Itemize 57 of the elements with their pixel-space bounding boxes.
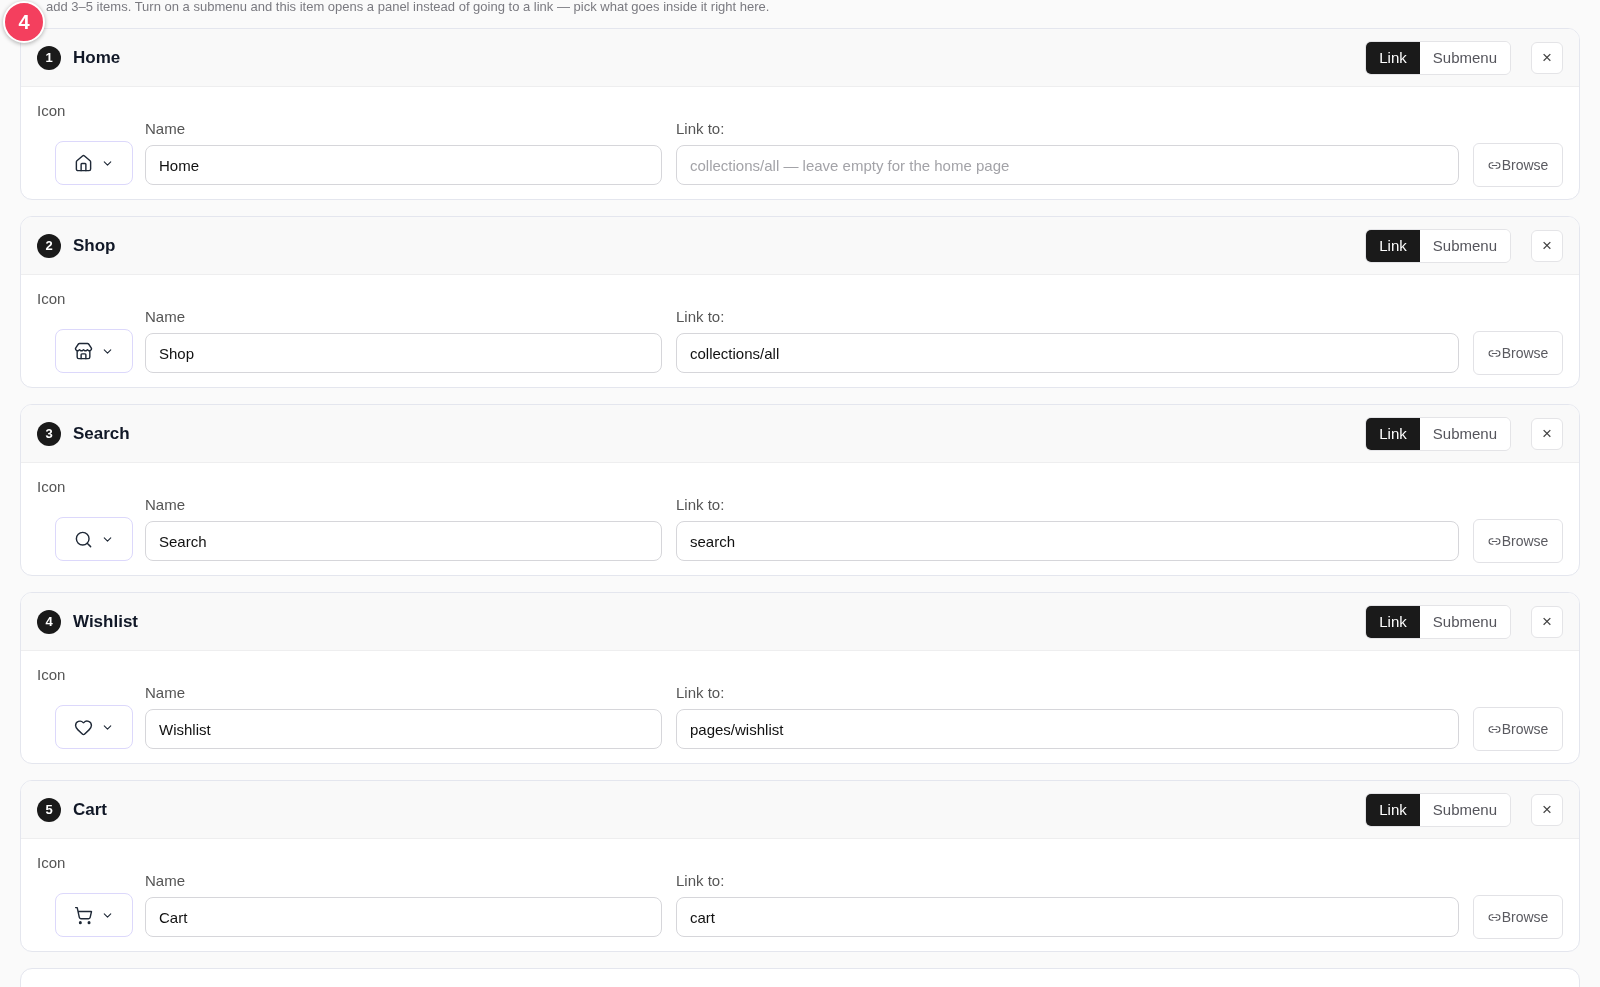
- mode-tab[interactable]: Link: [1366, 793, 1420, 826]
- item-number: 4: [37, 609, 61, 634]
- item-title: Search: [73, 423, 131, 444]
- field-label: Icon: [37, 290, 66, 307]
- mode-tab[interactable]: Submenu: [1419, 605, 1510, 638]
- mode-tab[interactable]: Link: [1366, 229, 1420, 262]
- mode-tab[interactable]: Link: [1366, 605, 1420, 638]
- link-field[interactable]: pages/wishlist: [676, 709, 1459, 749]
- name-field[interactable]: Cart: [145, 897, 662, 937]
- item-title: Home: [73, 47, 122, 68]
- link-field[interactable]: collections/all: [676, 333, 1459, 373]
- item-number: 5: [37, 797, 61, 822]
- name-field[interactable]: Home: [145, 145, 662, 185]
- intro-text: add 3–5 items. Turn on a submenu and this item opens a panel instead of going to a link — pick what goes inside it right here.: [46, 0, 770, 14]
- close-button[interactable]: ×: [1531, 417, 1563, 450]
- mode-tab[interactable]: Submenu: [1419, 229, 1510, 262]
- mode-tab[interactable]: Submenu: [1419, 417, 1510, 450]
- step-badge: 4: [3, 1, 45, 43]
- name-field[interactable]: Shop: [145, 333, 662, 373]
- mode-tab[interactable]: Submenu: [1419, 793, 1510, 826]
- name-field[interactable]: Search: [145, 521, 662, 561]
- field-label: Link to:: [676, 496, 725, 513]
- field-label: Name: [145, 496, 185, 513]
- name-field[interactable]: Wishlist: [145, 709, 662, 749]
- item-number: 3: [37, 421, 61, 446]
- item-number: 2: [37, 233, 61, 258]
- item-title: Wishlist: [73, 611, 140, 632]
- field-label: Link to:: [676, 120, 725, 137]
- browse-button[interactable]: Browse: [1473, 143, 1563, 187]
- link-field[interactable]: search: [676, 521, 1459, 561]
- field-label: Icon: [37, 478, 66, 495]
- close-button[interactable]: ×: [1531, 605, 1563, 638]
- field-label: Icon: [37, 854, 66, 871]
- mode-tab[interactable]: Link: [1366, 41, 1420, 74]
- mode-tab[interactable]: Submenu: [1419, 41, 1510, 74]
- field-label: Link to:: [676, 308, 725, 325]
- field-label: Link to:: [676, 872, 725, 889]
- item-title: Shop: [73, 235, 117, 256]
- link-field[interactable]: cart: [676, 897, 1459, 937]
- close-button[interactable]: ×: [1531, 793, 1563, 826]
- item-number: 1: [37, 45, 61, 70]
- field-label: Link to:: [676, 684, 725, 701]
- field-label: Icon: [37, 666, 66, 683]
- field-label: Name: [145, 684, 185, 701]
- field-label: Name: [145, 120, 185, 137]
- field-label: Icon: [37, 102, 66, 119]
- link-field[interactable]: collections/all — leave empty for the home page: [676, 145, 1459, 185]
- browse-button[interactable]: Browse: [1473, 895, 1563, 939]
- item-title: Cart: [73, 799, 108, 820]
- mode-tab[interactable]: Link: [1366, 417, 1420, 450]
- browse-button[interactable]: Browse: [1473, 519, 1563, 563]
- field-label: Name: [145, 308, 185, 325]
- close-button[interactable]: ×: [1531, 229, 1563, 262]
- browse-button[interactable]: Browse: [1473, 707, 1563, 751]
- browse-button[interactable]: Browse: [1473, 331, 1563, 375]
- field-label: Name: [145, 872, 185, 889]
- close-button[interactable]: ×: [1531, 41, 1563, 74]
